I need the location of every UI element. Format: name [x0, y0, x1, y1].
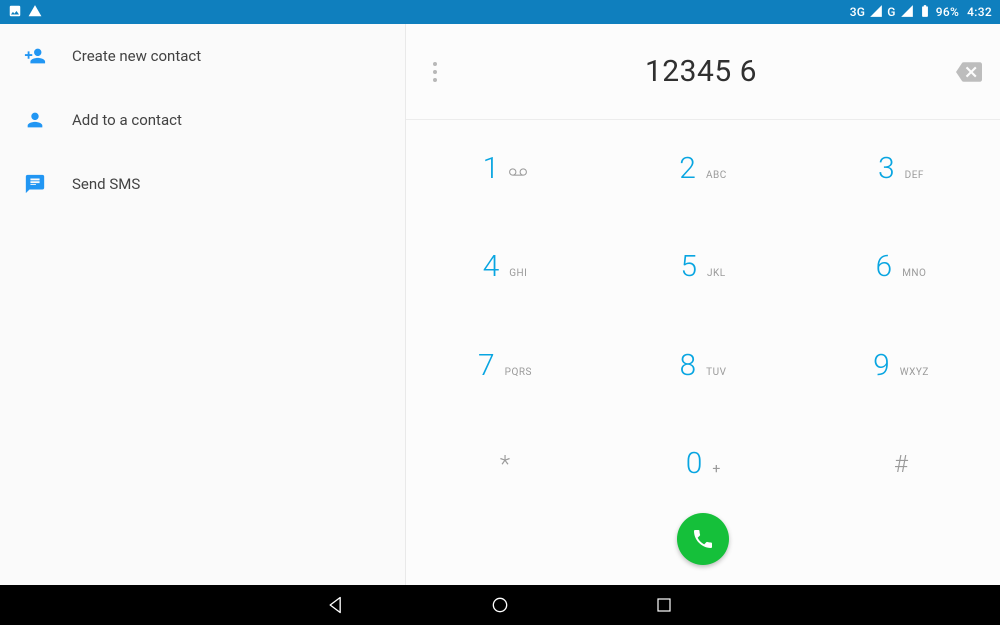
key-digit: 1	[483, 154, 500, 184]
key-digit: 2	[679, 154, 696, 184]
create-contact-item[interactable]: Create new contact	[0, 24, 405, 88]
key-3[interactable]: 3 DEF	[802, 120, 1000, 218]
signal-icon-1	[869, 4, 883, 21]
key-letters: JKL	[707, 268, 726, 279]
send-sms-label: Send SMS	[72, 175, 140, 193]
key-letters: +	[712, 461, 720, 477]
send-sms-item[interactable]: Send SMS	[0, 152, 405, 216]
key-0[interactable]: 0+	[604, 415, 802, 513]
picture-icon	[8, 4, 22, 21]
contact-actions-panel: Create new contact Add to a contact Send…	[0, 24, 405, 585]
dialer-panel: 12345 6 1 2 ABC 3 DEF 4 GHI 5 JKL	[405, 24, 1000, 585]
key-digit: 5	[680, 252, 697, 282]
system-nav-bar	[0, 585, 1000, 625]
voicemail-icon	[509, 163, 527, 182]
message-icon	[20, 169, 50, 199]
key-1[interactable]: 1	[406, 120, 604, 218]
more-options-button[interactable]	[422, 54, 448, 90]
key-8[interactable]: 8 TUV	[604, 317, 802, 415]
dialed-row: 12345 6	[406, 24, 1000, 120]
key-5[interactable]: 5 JKL	[604, 218, 802, 316]
nav-recent-button[interactable]	[652, 593, 676, 617]
key-4[interactable]: 4 GHI	[406, 218, 604, 316]
key-digit: 6	[876, 252, 893, 282]
nav-back-button[interactable]	[324, 593, 348, 617]
key-digit: 0	[686, 449, 703, 479]
key-letters: PQRS	[505, 367, 532, 378]
key-7[interactable]: 7 PQRS	[406, 317, 604, 415]
key-digit: #	[894, 450, 908, 478]
signal-icon-2	[900, 4, 914, 21]
person-add-icon	[20, 41, 50, 71]
key-letters: WXYZ	[900, 367, 929, 378]
key-digit: 3	[878, 154, 895, 184]
alert-icon	[28, 4, 42, 21]
key-letters: GHI	[509, 268, 527, 279]
key-star[interactable]: *	[406, 415, 604, 513]
key-letters: DEF	[905, 170, 924, 181]
add-to-contact-item[interactable]: Add to a contact	[0, 88, 405, 152]
key-letters: ABC	[706, 170, 727, 181]
add-to-contact-label: Add to a contact	[72, 111, 182, 129]
key-digit: 8	[680, 351, 697, 381]
nav-home-button[interactable]	[488, 593, 512, 617]
status-bar: 3G G 96% 4:32	[0, 0, 1000, 24]
key-digit: *	[500, 450, 510, 478]
battery-percent: 96%	[936, 5, 959, 19]
dialed-number: 12345 6	[448, 54, 954, 89]
backspace-button[interactable]	[954, 57, 984, 87]
key-letters: TUV	[706, 367, 726, 378]
network-type-2: G	[887, 5, 895, 19]
create-contact-label: Create new contact	[72, 47, 201, 65]
key-2[interactable]: 2 ABC	[604, 120, 802, 218]
key-digit: 9	[873, 351, 890, 381]
network-type-1: 3G	[850, 5, 866, 19]
person-icon	[20, 105, 50, 135]
dial-keypad: 1 2 ABC 3 DEF 4 GHI 5 JKL 6 MNO 7 PQRS 8 TUV 9W…	[406, 120, 1000, 513]
clock: 4:32	[967, 5, 992, 19]
battery-icon	[918, 4, 932, 21]
key-digit: 7	[478, 351, 495, 381]
key-letters: MNO	[902, 268, 926, 279]
key-6[interactable]: 6 MNO	[802, 218, 1000, 316]
key-hash[interactable]: #	[802, 415, 1000, 513]
key-digit: 4	[483, 252, 500, 282]
key-9[interactable]: 9 WXYZ	[802, 317, 1000, 415]
call-button[interactable]	[677, 513, 729, 565]
